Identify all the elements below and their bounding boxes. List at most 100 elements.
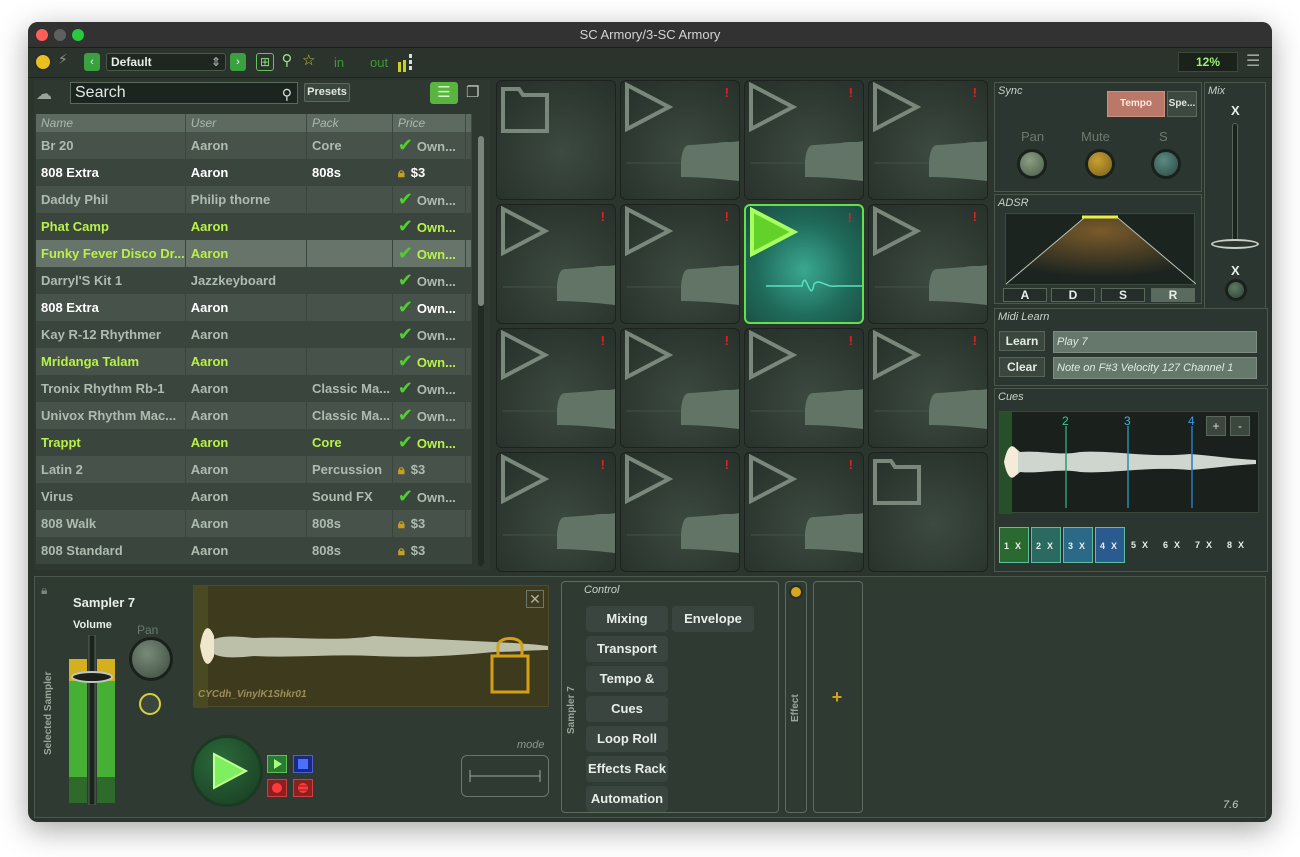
- cue-slot-clear[interactable]: X: [1079, 541, 1085, 551]
- column-header-name[interactable]: Name: [36, 114, 186, 132]
- preset-select[interactable]: Default ⇕: [106, 53, 226, 71]
- table-row[interactable]: Virus Aaron Sound FX ✔ Own...: [36, 483, 473, 510]
- sample-waveform[interactable]: CYCdh_VinylK1Shkr01 ✕: [193, 585, 549, 708]
- add-preset-icon[interactable]: ⊞: [256, 53, 274, 71]
- cue-slot-button[interactable]: 2X: [1031, 527, 1061, 563]
- cue-slot-button[interactable]: 3X: [1063, 527, 1093, 563]
- table-row[interactable]: 808 Walk Aaron 808s 🔒︎ $3: [36, 510, 473, 537]
- table-row[interactable]: Tronix Rhythm Rb-1 Aaron Classic Ma... ✔ Own…: [36, 375, 473, 402]
- cue-marker-3[interactable]: 3: [1124, 414, 1131, 428]
- column-header-price[interactable]: Price: [392, 114, 466, 132]
- adsr-a-button[interactable]: A: [1003, 288, 1047, 302]
- presets-button[interactable]: Presets: [304, 83, 350, 102]
- table-row[interactable]: Univox Rhythm Mac... Aaron Classic Ma... ✔ O…: [36, 402, 473, 429]
- sampler-pan-knob[interactable]: [129, 637, 173, 681]
- cue-slot-clear[interactable]: X: [1047, 541, 1053, 551]
- pad-folder[interactable]: [496, 80, 616, 200]
- pad-sampler[interactable]: !: [868, 204, 988, 324]
- star-icon[interactable]: ☆: [302, 51, 315, 69]
- cue-slot-clear[interactable]: X: [1111, 541, 1117, 551]
- envelope-button[interactable]: Envelope: [672, 606, 754, 632]
- column-header-pack[interactable]: Pack: [306, 114, 393, 132]
- pad-sampler[interactable]: !: [620, 328, 740, 448]
- cue-marker-4[interactable]: 4: [1188, 414, 1195, 428]
- pad-sampler[interactable]: !: [496, 328, 616, 448]
- add-effect-icon[interactable]: +: [826, 686, 848, 708]
- automation-button[interactable]: Automation: [586, 786, 668, 812]
- next-preset-button[interactable]: ›: [230, 53, 246, 71]
- lightning-icon[interactable]: ⚡︎: [58, 51, 72, 69]
- clear-button[interactable]: Clear: [999, 357, 1045, 377]
- speed-button[interactable]: Spe...: [1167, 91, 1197, 117]
- loop-roll-button[interactable]: Loop Roll: [586, 726, 668, 752]
- tempo-button[interactable]: Tempo: [1107, 91, 1165, 117]
- pad-sampler[interactable]: !: [868, 328, 988, 448]
- pad-sampler[interactable]: !: [620, 452, 740, 572]
- cue-waveform[interactable]: 2 3 4 + -: [999, 411, 1259, 514]
- cue-slot-button[interactable]: 7X: [1191, 527, 1221, 563]
- cue-slot-button[interactable]: 4X: [1095, 527, 1125, 563]
- cue-slot-button[interactable]: 1X: [999, 527, 1029, 563]
- table-row[interactable]: 808 Extra Aaron 808s 🔒︎ $3: [36, 159, 473, 186]
- cues-button[interactable]: Cues: [586, 696, 668, 722]
- pad-sampler[interactable]: !: [620, 80, 740, 200]
- mix-slider-track[interactable]: [1232, 123, 1238, 249]
- lock-icon[interactable]: 🔒︎: [41, 583, 47, 598]
- table-row[interactable]: Br 20 Aaron Core ✔ Own...: [36, 132, 473, 159]
- cue-slot-clear[interactable]: X: [1142, 540, 1148, 550]
- table-row[interactable]: Latin 2 Aaron Percussion 🔒︎ $3: [36, 456, 473, 483]
- adsr-d-button[interactable]: D: [1051, 288, 1095, 302]
- close-icon[interactable]: ✕: [526, 590, 544, 608]
- cue-slot-button[interactable]: 5X: [1127, 527, 1157, 563]
- effects-rack-button[interactable]: Effects Rack: [586, 756, 668, 782]
- cloud-icon[interactable]: ☁︎: [36, 84, 52, 104]
- scrollbar-thumb[interactable]: [478, 136, 484, 306]
- play-button[interactable]: [191, 735, 263, 807]
- mix-knob[interactable]: [1225, 279, 1247, 301]
- overdub-icon[interactable]: [293, 779, 313, 797]
- pad-folder[interactable]: [868, 452, 988, 572]
- mix-slider-handle[interactable]: [1211, 239, 1259, 249]
- pad-sampler[interactable]: !: [744, 204, 864, 324]
- card-view-icon[interactable]: ❐: [466, 82, 486, 104]
- volume-meter[interactable]: [69, 635, 115, 805]
- pad-sampler[interactable]: !: [744, 328, 864, 448]
- slash-icon[interactable]: [139, 693, 161, 715]
- transport-button[interactable]: Transport: [586, 636, 668, 662]
- pad-sampler[interactable]: !: [496, 204, 616, 324]
- tempo-key-button[interactable]: Tempo & Key: [586, 666, 668, 712]
- column-header-user[interactable]: User: [185, 114, 308, 132]
- power-icon[interactable]: [34, 53, 52, 71]
- pad-sampler[interactable]: !: [744, 80, 864, 200]
- previous-preset-button[interactable]: ‹: [84, 53, 100, 71]
- stop-icon[interactable]: [293, 755, 313, 773]
- cue-slot-clear[interactable]: X: [1015, 541, 1021, 551]
- cue-slot-button[interactable]: 8X: [1223, 527, 1253, 563]
- mode-selector[interactable]: [461, 755, 549, 797]
- s-knob[interactable]: [1151, 149, 1181, 179]
- cue-slot-clear[interactable]: X: [1174, 540, 1180, 550]
- table-row[interactable]: Daddy Phil Philip thorne ✔ Own...: [36, 186, 473, 213]
- list-scrollbar[interactable]: [478, 136, 484, 566]
- adsr-envelope-display[interactable]: [1005, 213, 1197, 285]
- table-row[interactable]: Darryl'S Kit 1 Jazzkeyboard ✔ Own...: [36, 267, 473, 294]
- adsr-s-button[interactable]: S: [1101, 288, 1145, 302]
- cue-slot-clear[interactable]: X: [1238, 540, 1244, 550]
- pan-knob[interactable]: [1017, 149, 1047, 179]
- table-row[interactable]: 808 Standard Aaron 808s 🔒︎ $3: [36, 537, 473, 564]
- record-icon[interactable]: [267, 779, 287, 797]
- pad-sampler[interactable]: !: [868, 80, 988, 200]
- cue-add-button[interactable]: +: [1206, 416, 1226, 436]
- adsr-r-button[interactable]: R: [1151, 288, 1195, 302]
- search-icon[interactable]: ⚲: [278, 53, 296, 71]
- effect-power-icon[interactable]: [789, 585, 803, 599]
- table-row[interactable]: Funky Fever Disco Dr... Aaron ✔ Own...: [36, 240, 473, 267]
- table-row[interactable]: Trappt Aaron Core ✔ Own...: [36, 429, 473, 456]
- cue-marker-2[interactable]: 2: [1062, 414, 1069, 428]
- learn-button[interactable]: Learn: [999, 331, 1045, 351]
- table-row[interactable]: Mridanga Talam Aaron ✔ Own...: [36, 348, 473, 375]
- cue-slot-clear[interactable]: X: [1206, 540, 1212, 550]
- table-row[interactable]: 808 Extra Aaron ✔ Own...: [36, 294, 473, 321]
- menu-icon[interactable]: ☰: [1246, 54, 1262, 70]
- pad-sampler[interactable]: !: [620, 204, 740, 324]
